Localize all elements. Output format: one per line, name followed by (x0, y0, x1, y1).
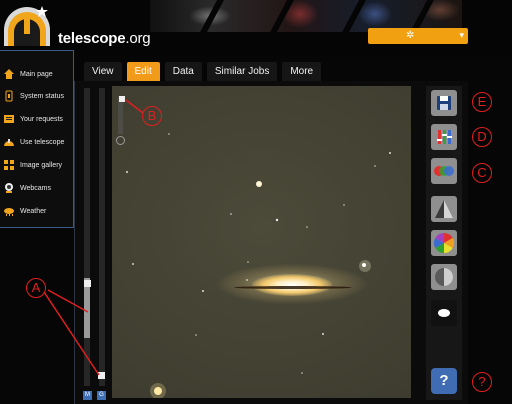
annotation-b: B (142, 106, 162, 126)
tab-more[interactable]: More (282, 62, 322, 82)
white-blob-icon (438, 309, 450, 317)
gray-sphere-icon (435, 268, 453, 286)
sidebar-menu: Main page System status Your requests Us… (0, 50, 74, 228)
contrast-slider-track[interactable] (99, 88, 105, 386)
sharpen-tool-button[interactable] (431, 196, 457, 222)
site-header: ✲ ▾ telescope.org (0, 0, 512, 56)
status-icon (2, 89, 16, 103)
help-button[interactable]: ? (431, 368, 457, 394)
rgb-levels-icon (437, 130, 452, 144)
sidebar-item-system-status[interactable]: System status (2, 87, 72, 105)
sidebar-item-image-gallery[interactable]: Image gallery (2, 156, 72, 174)
sidebar-item-webcams[interactable]: Webcams (2, 179, 72, 197)
color-balance-tool-button[interactable] (431, 158, 457, 184)
slider-g-button[interactable]: G (97, 391, 106, 400)
annotation-help: ? (472, 372, 492, 392)
sidebar-item-label: Your requests (20, 115, 63, 123)
observatory-logo-icon[interactable] (2, 2, 52, 48)
slider-m-button[interactable]: M (83, 391, 92, 400)
gallery-icon (2, 158, 16, 172)
sidebar-item-label: Webcams (20, 184, 51, 192)
astronomy-image[interactable] (112, 86, 411, 398)
sidebar-item-main-page[interactable]: Main page (2, 65, 72, 83)
tab-data[interactable]: Data (164, 62, 202, 82)
floppy-disk-icon (437, 96, 451, 110)
tab-bar: View Edit Data Similar Jobs More (84, 62, 322, 82)
sidebar-item-weather[interactable]: Weather (2, 202, 72, 220)
brand-name[interactable]: telescope.org (58, 30, 151, 47)
tab-view[interactable]: View (84, 62, 122, 82)
gear-icon[interactable]: ✲ (406, 30, 414, 41)
tab-similar-jobs[interactable]: Similar Jobs (206, 62, 278, 82)
save-tool-button[interactable] (431, 90, 457, 116)
tool-panel: ? (426, 86, 462, 400)
weather-icon (2, 204, 16, 218)
color-wheel-icon (433, 232, 455, 254)
sidebar-item-label: Image gallery (20, 161, 63, 169)
rgb-circles-icon (434, 166, 454, 176)
user-bar[interactable]: ✲ ▾ (368, 28, 468, 44)
house-icon (2, 67, 16, 81)
tab-edit[interactable]: Edit (126, 62, 160, 82)
annotation-c: C (472, 163, 492, 183)
slider-handle[interactable] (98, 372, 105, 379)
sidebar-item-use-telescope[interactable]: Use telescope (2, 133, 72, 151)
telescope-icon (2, 135, 16, 149)
requests-icon (2, 112, 16, 126)
slider-handle[interactable] (84, 280, 91, 287)
triangle-split-icon (435, 200, 453, 218)
sidebar-item-your-requests[interactable]: Your requests (2, 110, 72, 128)
webcam-icon (2, 181, 16, 195)
blob-tool-button[interactable] (431, 300, 457, 326)
brightness-slider-track[interactable] (84, 88, 90, 386)
annotation-e: E (472, 92, 492, 112)
starfield (126, 133, 391, 398)
annotation-d: D (472, 127, 492, 147)
sidebar-item-label: Main page (20, 70, 53, 78)
grayscale-tool-button[interactable] (431, 264, 457, 290)
sidebar-item-label: Use telescope (20, 138, 65, 146)
color-wheel-tool-button[interactable] (431, 230, 457, 256)
chevron-down-icon[interactable]: ▾ (459, 30, 464, 41)
sidebar-item-label: System status (20, 92, 64, 100)
sidebar-item-label: Weather (20, 207, 47, 215)
levels-tool-button[interactable] (431, 124, 457, 150)
annotation-a: A (26, 278, 46, 298)
